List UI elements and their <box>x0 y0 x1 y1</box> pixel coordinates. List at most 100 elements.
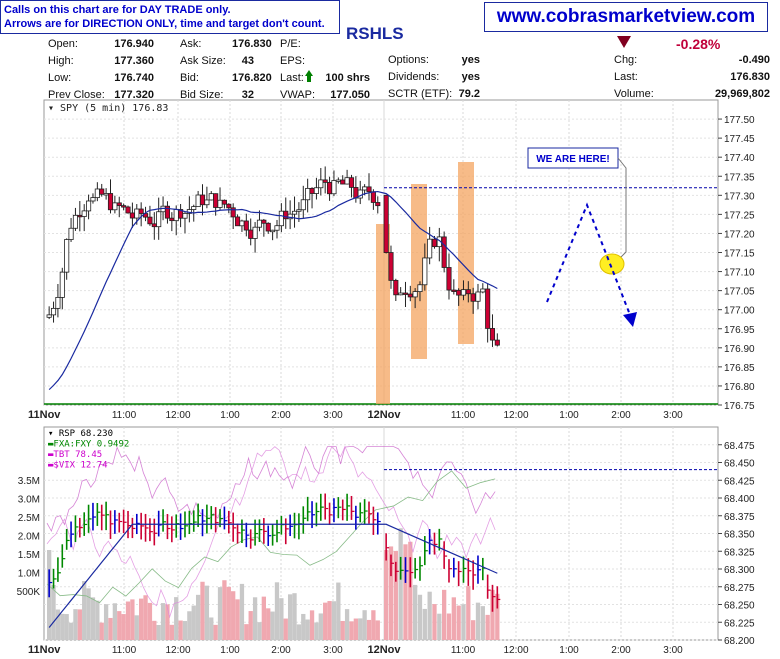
candle <box>300 199 306 211</box>
quote-value: 176.830 <box>232 38 272 50</box>
x-tick-label: 2:00 <box>611 410 631 421</box>
candle <box>427 238 433 259</box>
volume-bar <box>398 528 403 640</box>
quote-value: 176.940 <box>114 38 154 50</box>
y-tick-label: 177.20 <box>724 229 755 240</box>
volume-bar <box>446 613 452 640</box>
y-tick-label: 177.30 <box>724 191 755 202</box>
volume-bar <box>73 609 78 640</box>
volume-bar <box>82 581 87 640</box>
candle <box>81 210 87 217</box>
volume-bar <box>90 597 96 640</box>
candle <box>383 194 389 253</box>
x-tick-label: 3:00 <box>663 645 683 656</box>
volume-bar <box>235 599 240 640</box>
candle <box>475 291 481 302</box>
candle <box>169 217 175 222</box>
volume-bar <box>51 585 56 640</box>
quote-value: 79.2 <box>458 88 480 100</box>
volume-bar <box>340 620 345 640</box>
volume-bar <box>292 593 297 640</box>
candle <box>412 291 418 298</box>
candle <box>239 220 245 227</box>
candle <box>151 223 157 228</box>
volume-tick-label: 2.0M <box>18 532 40 543</box>
volume-bar <box>99 622 104 640</box>
volume-bar <box>248 611 253 640</box>
quote-label: Chg: <box>614 54 638 66</box>
y-tick-label: 176.95 <box>724 325 755 336</box>
volume-bar <box>112 603 118 640</box>
x-tick-label: 3:00 <box>663 410 683 421</box>
volume-tick-label: 3.5M <box>18 476 40 487</box>
volume-bar <box>95 600 100 640</box>
quote-label: Last: <box>614 71 638 83</box>
x-tick-label: 11Nov <box>28 644 61 656</box>
y-tick-label: 68.275 <box>724 583 755 594</box>
volume-bar <box>371 610 376 640</box>
candle <box>182 212 188 219</box>
candle <box>480 288 486 293</box>
y-tick-label: 177.10 <box>724 268 755 279</box>
x-tick-label: 11:00 <box>451 645 476 656</box>
candle <box>116 202 122 207</box>
volume-bar <box>296 624 302 640</box>
quote-label: Options: <box>388 54 429 66</box>
volume-tick-label: 3.0M <box>18 495 40 506</box>
volume-bar <box>475 602 481 640</box>
candle <box>446 267 452 291</box>
volume-bar <box>437 613 442 640</box>
candle <box>235 216 241 227</box>
candle <box>265 222 271 232</box>
volume-bar <box>274 582 280 640</box>
candle <box>398 292 404 296</box>
volume-bar <box>261 596 266 640</box>
volume-bar <box>279 598 284 640</box>
volume-bar <box>257 622 262 640</box>
candle <box>94 188 100 199</box>
candle <box>50 307 57 316</box>
down-arrow-icon <box>617 36 631 48</box>
quote-label: Dividends: <box>388 71 440 83</box>
candle <box>309 187 315 194</box>
candle <box>99 188 105 195</box>
quote-label: Ask Size: <box>180 55 226 67</box>
candle <box>221 199 227 205</box>
candle <box>362 186 368 191</box>
y-tick-label: 68.475 <box>724 441 755 452</box>
quote-label: P/E: <box>280 38 301 50</box>
candle <box>103 193 109 196</box>
x-tick-label: 2:00 <box>611 645 631 656</box>
x-tick-label: 11:00 <box>112 410 137 421</box>
candle <box>147 216 153 225</box>
volume-bar <box>456 605 461 640</box>
candle <box>407 293 413 298</box>
volume-bar <box>283 618 288 640</box>
candle <box>331 180 337 195</box>
candle <box>296 209 302 212</box>
y-tick-label: 177.50 <box>724 115 755 126</box>
x-tick-label: 1:00 <box>220 645 240 656</box>
volume-bar <box>349 621 354 640</box>
volume-bar <box>252 597 258 640</box>
candle <box>173 209 179 222</box>
volume-bar <box>108 617 113 640</box>
volume-bar <box>195 594 201 640</box>
candle <box>77 214 83 218</box>
volume-bar <box>134 615 139 640</box>
y-tick-label: 176.75 <box>724 401 755 412</box>
volume-bar <box>408 541 413 640</box>
y-tick-label: 176.85 <box>724 363 755 374</box>
quote-value: 29,969,802 <box>714 88 770 100</box>
candle <box>370 191 376 203</box>
candle <box>313 187 319 194</box>
candle <box>460 289 467 296</box>
volume-bar <box>191 605 196 640</box>
volume-bar <box>366 619 372 640</box>
quote-label: Low: <box>48 72 72 84</box>
candle <box>213 193 219 208</box>
candle <box>327 182 333 195</box>
candle <box>278 210 284 227</box>
quote-value: 100 shrs <box>325 72 370 84</box>
x-tick-label: 11:00 <box>112 645 137 656</box>
